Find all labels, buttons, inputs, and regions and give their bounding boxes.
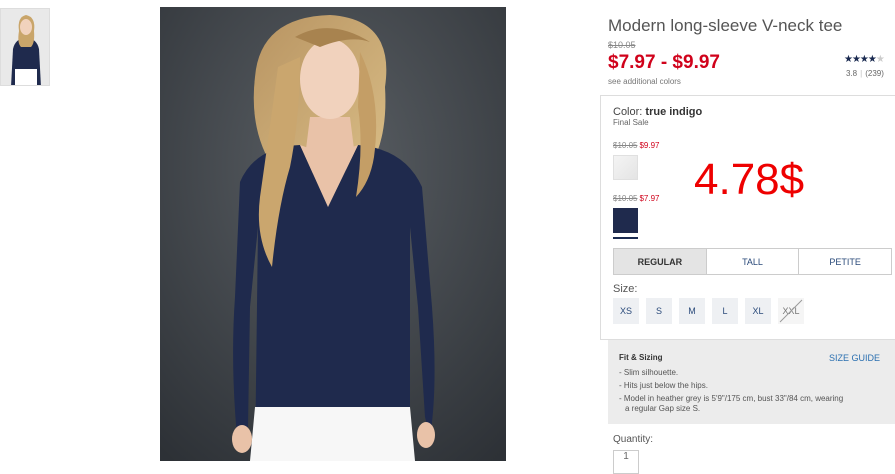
color-label-prefix: Color:	[613, 106, 643, 118]
swatch-new-price: $9.97	[639, 141, 660, 150]
fit-sizing-title: Fit & Sizing	[619, 353, 663, 362]
rating-separator: |	[860, 69, 863, 78]
size-m-button[interactable]: M	[679, 298, 705, 324]
sale-price-range: $7.97 - $9.97	[608, 52, 720, 73]
swatch-new-price: $7.97	[639, 194, 660, 203]
fit-detail-line: - Slim silhouette.	[619, 368, 679, 377]
swatch-old-price: $10.05	[613, 194, 638, 203]
swatch-price-white: $10.05 $9.97	[613, 141, 660, 150]
selected-color-name: true indigo	[645, 106, 703, 118]
size-xs-button[interactable]: XS	[613, 298, 639, 324]
tab-regular[interactable]: REGULAR	[614, 249, 706, 274]
size-l-button[interactable]: L	[712, 298, 738, 324]
tab-tall[interactable]: TALL	[705, 249, 799, 274]
quantity-stepper[interactable]: 1	[613, 450, 639, 474]
original-price: $10.05	[608, 40, 636, 50]
color-swatch-white[interactable]	[613, 155, 638, 180]
overlay-price-annotation: 4.78$	[694, 155, 805, 204]
rating-summary[interactable]: 3.8 | (239)	[846, 69, 884, 78]
color-swatch-true-indigo[interactable]	[613, 208, 638, 233]
product-title: Modern long-sleeve V-neck tee	[608, 16, 843, 35]
final-sale-note: Final Sale	[613, 118, 649, 127]
size-options: XS S M L XL XXL	[613, 298, 804, 324]
fit-tabs: REGULAR TALL PETITE	[613, 248, 892, 275]
quantity-label: Quantity:	[613, 434, 654, 445]
fit-detail-line: - Model in heather grey is 5'9"/175 cm, …	[619, 394, 844, 403]
rating-value: 3.8	[846, 69, 858, 78]
fit-detail-line: a regular Gap size S.	[625, 404, 701, 413]
stars-full: ★★★★	[844, 54, 877, 65]
see-additional-colors-link[interactable]: see additional colors	[608, 77, 681, 86]
size-xxl-button-unavailable[interactable]: XXL	[778, 298, 804, 324]
product-thumbnail[interactable]	[0, 8, 50, 86]
size-label: Size:	[613, 283, 638, 295]
tab-petite[interactable]: PETITE	[798, 249, 891, 274]
size-s-button[interactable]: S	[646, 298, 672, 324]
swatch-old-price: $10.05	[613, 141, 638, 150]
selected-swatch-indicator	[613, 237, 638, 239]
color-label: Color: true indigo	[613, 106, 702, 118]
swatch-price-indigo: $10.05 $7.97	[613, 194, 660, 203]
unavailable-slash-icon	[779, 299, 803, 323]
size-xl-button[interactable]: XL	[745, 298, 771, 324]
size-guide-link[interactable]: SIZE GUIDE	[829, 353, 880, 363]
product-main-image[interactable]	[160, 7, 506, 461]
rating-stars[interactable]: ★★★★★	[844, 54, 885, 65]
review-count[interactable]: (239)	[865, 69, 884, 78]
stars-empty: ★	[875, 54, 885, 65]
fit-detail-line: - Hits just below the hips.	[619, 381, 708, 390]
